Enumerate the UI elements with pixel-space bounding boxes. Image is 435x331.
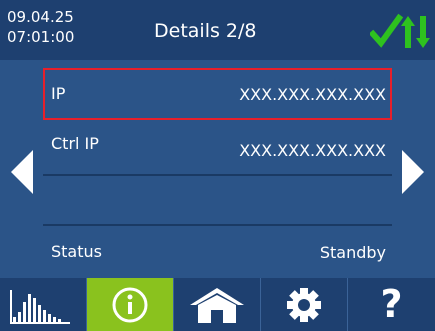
tab-help[interactable]: ?	[348, 278, 435, 331]
up-down-arrows-icon	[401, 16, 430, 48]
details-list: IP XXX.XXX.XXX.XXX Ctrl IP XXX.XXX.XXX.X…	[43, 60, 392, 278]
arrow-right-icon	[402, 150, 424, 194]
arrow-left-icon	[11, 150, 33, 194]
detail-row-ip[interactable]: IP XXX.XXX.XXX.XXX	[43, 68, 392, 120]
tab-home[interactable]	[174, 278, 261, 331]
checkmark-icon	[368, 13, 404, 48]
bottom-tab-bar: ?	[0, 278, 435, 331]
info-icon	[112, 287, 148, 323]
previous-page-button[interactable]	[0, 60, 43, 278]
next-page-button[interactable]	[392, 60, 435, 278]
bar-chart-icon	[10, 290, 70, 324]
home-icon	[190, 288, 244, 323]
row-label: Status	[51, 242, 102, 261]
row-label: IP	[51, 84, 66, 103]
time-text: 07:01:00	[7, 28, 75, 46]
tab-settings[interactable]	[261, 278, 348, 331]
detail-row-empty[interactable]	[43, 174, 392, 226]
row-value: XXX.XXX.XXX.XXX	[239, 85, 386, 104]
detail-row-ctrl-ip[interactable]: Ctrl IP XXX.XXX.XXX.XXX	[43, 124, 392, 176]
row-value: Standby	[319, 243, 386, 262]
header-bar: 09.04.25 07:01:00 Details 2/8	[0, 0, 435, 60]
row-label: Ctrl IP	[51, 134, 99, 153]
gear-icon	[287, 288, 321, 322]
status-icons	[368, 12, 430, 52]
tab-statistics[interactable]	[0, 278, 87, 331]
date-text: 09.04.25	[7, 8, 74, 26]
help-icon: ?	[380, 282, 403, 326]
tab-info[interactable]	[87, 278, 174, 331]
row-value: XXX.XXX.XXX.XXX	[239, 141, 386, 160]
page-title: Details 2/8	[154, 20, 257, 42]
detail-row-status[interactable]: Status Standby	[43, 226, 392, 278]
datetime: 09.04.25 07:01:00	[7, 7, 74, 47]
